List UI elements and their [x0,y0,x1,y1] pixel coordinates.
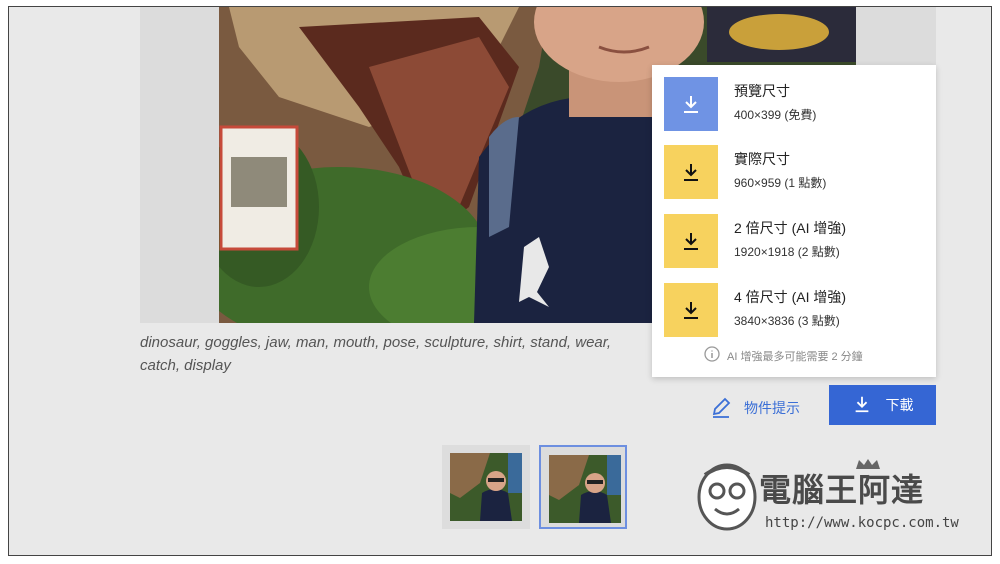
download-option-subtitle: 400×399 (免費) [734,108,817,122]
download-option-subtitle: 960×959 (1 點數) [734,176,827,190]
download-option-title: 預覽尺寸 [734,83,790,99]
download-size-menu: 預覽尺寸 400×399 (免費) 實際尺寸 960×959 (1 點數) 2 … [652,65,936,377]
download-option-subtitle: 1920×1918 (2 點數) [734,245,840,259]
download-option-subtitle: 3840×3836 (3 點數) [734,314,840,328]
object-hint-label: 物件提示 [744,400,800,416]
download-option-title: 2 倍尺寸 (AI 增強) [734,220,847,236]
pencil-icon [710,396,732,421]
watermark-url: http://www.kocpc.com.tw [765,515,959,531]
download-button[interactable]: 下載 [829,385,936,425]
download-button-label: 下載 [885,397,914,413]
download-icon [852,394,872,417]
thumbnail-2[interactable] [539,445,627,529]
download-option-2x[interactable]: 2 倍尺寸 (AI 增強) 1920×1918 (2 點數) [664,214,924,268]
site-watermark: 電腦王阿達 http://www.kocpc.com.tw [695,457,965,537]
download-option-title: 4 倍尺寸 (AI 增強) [734,289,847,305]
download-option-actual[interactable]: 實際尺寸 960×959 (1 點數) [664,145,924,199]
thumbnail-1[interactable] [442,445,530,529]
ai-duration-note: AI 增強最多可能需要 2 分鐘 [704,346,863,365]
image-tags-caption: dinosaur, goggles, jaw, man, mouth, pose… [140,334,612,374]
watermark-title: 電腦王阿達 [759,471,925,509]
mascot-logo-icon [695,461,759,538]
download-option-4x[interactable]: 4 倍尺寸 (AI 增強) 3840×3836 (3 點數) [664,283,924,337]
app-frame: dinosaur, goggles, jaw, man, mouth, pose… [8,6,992,556]
download-option-title: 實際尺寸 [734,151,790,167]
download-icon [664,214,718,268]
download-icon [664,77,718,131]
info-icon [704,346,720,365]
ai-duration-note-text: AI 增強最多可能需要 2 分鐘 [727,350,863,363]
object-hint-button[interactable]: 物件提示 [710,391,800,425]
download-option-preview[interactable]: 預覽尺寸 400×399 (免費) [664,77,924,131]
download-icon [664,145,718,199]
download-icon [664,283,718,337]
